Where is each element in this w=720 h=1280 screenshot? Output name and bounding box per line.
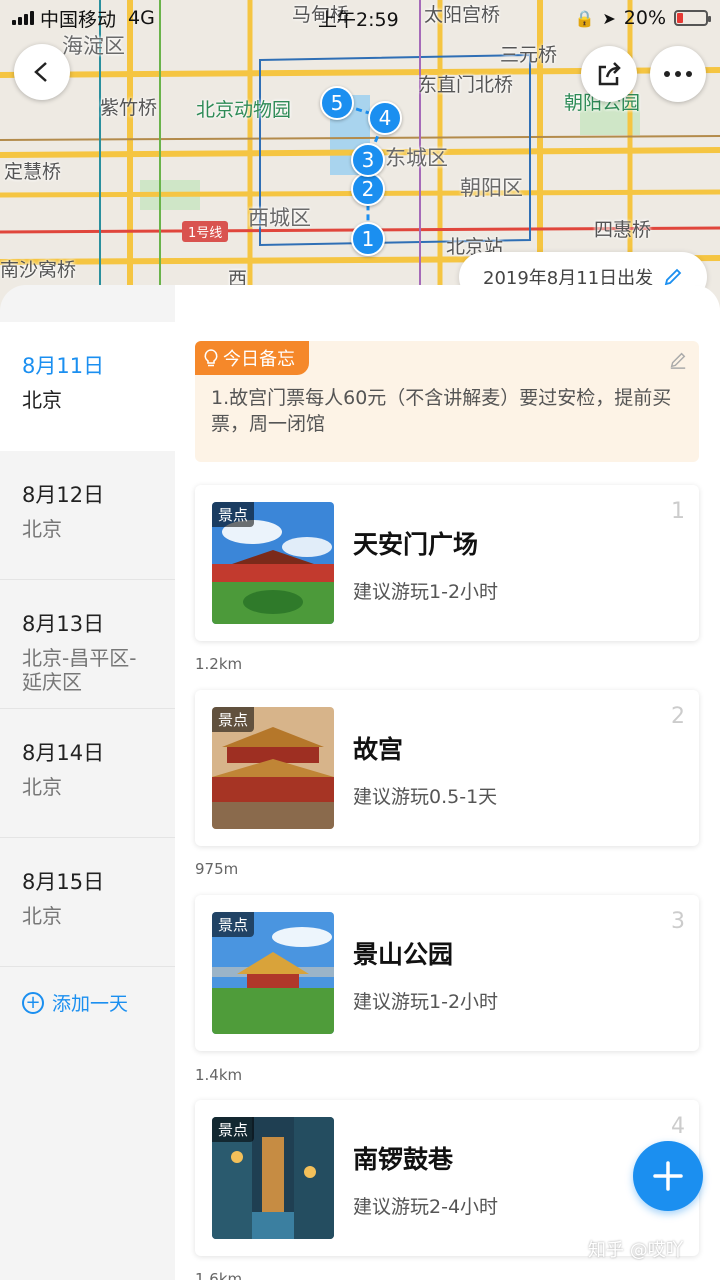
spot-tag: 景点	[212, 1117, 255, 1142]
map-pin[interactable]: 5	[320, 86, 354, 120]
map-label: 四惠桥	[594, 219, 652, 241]
spot-index: 3	[671, 909, 685, 934]
map-label: 三元桥	[500, 44, 558, 66]
day-date: 8月14日	[22, 741, 105, 765]
spot-card[interactable]: 景点 南锣鼓巷 建议游玩2-4小时 4	[195, 1100, 699, 1256]
add-day-button[interactable]: + 添加一天	[0, 967, 175, 1016]
share-icon	[598, 62, 621, 86]
spot-index: 2	[671, 704, 685, 729]
add-day-label: 添加一天	[52, 993, 129, 1015]
carrier: 中国移动	[40, 8, 117, 31]
edit-icon[interactable]	[669, 351, 687, 369]
plus-circle-icon: +	[22, 991, 44, 1014]
spot-card[interactable]: 景点 天安门广场 建议游玩1-2小时 1	[195, 485, 699, 641]
map-label: 紫竹桥	[100, 97, 158, 119]
spot-duration: 建议游玩2-4小时	[353, 1196, 499, 1218]
map-label: 1号线	[182, 221, 229, 242]
day-date: 8月15日	[22, 870, 105, 894]
orientation-lock-icon: 🔒	[574, 8, 595, 28]
share-button[interactable]	[581, 46, 637, 102]
memo-tag: 今日备忘	[195, 341, 309, 375]
spot-name: 南锣鼓巷	[353, 1145, 454, 1174]
itinerary-sheet: 8月11日 北京 8月12日 北京 8月13日 北京-昌平区-延庆区 8月14日…	[0, 285, 720, 1280]
spot-tag: 景点	[212, 707, 255, 732]
distance-label: 1.6km	[195, 1270, 243, 1280]
map-label: 东城区	[385, 146, 448, 170]
memo-text: 1.故宫门票每人60元（不含讲解麦）要过安检，提前买票，周一闭馆	[211, 387, 672, 435]
pencil-icon	[664, 268, 682, 287]
day-sidebar: 8月11日 北京 8月12日 北京 8月13日 北京-昌平区-延庆区 8月14日…	[0, 322, 175, 1280]
map-pin[interactable]: 1	[351, 222, 385, 256]
day-date: 8月11日	[22, 354, 105, 378]
map-label: 西城区	[248, 206, 311, 230]
map-label: 东直门北桥	[418, 74, 514, 96]
battery-percent: 20%	[623, 7, 666, 29]
map-pin[interactable]: 2	[351, 172, 385, 206]
map-label: 定慧桥	[4, 161, 62, 183]
spot-duration: 建议游玩1-2小时	[353, 991, 499, 1013]
day-city: 北京-昌平区-延庆区	[22, 646, 137, 694]
spot-name: 景山公园	[353, 940, 454, 969]
map-label: 北京动物园	[196, 99, 292, 121]
more-icon	[664, 71, 692, 77]
day-item[interactable]: 8月12日 北京	[0, 451, 175, 580]
day-item[interactable]: 8月11日 北京	[0, 322, 175, 451]
day-city: 北京	[22, 904, 62, 928]
spot-index: 4	[671, 1114, 685, 1139]
add-spot-button[interactable]	[633, 1141, 703, 1211]
spot-name: 天安门广场	[353, 530, 479, 559]
spot-photo: 景点	[212, 912, 334, 1034]
map-label: 南沙窝桥	[0, 259, 77, 281]
clock: 上午2:59	[318, 8, 399, 31]
network-type: 4G	[128, 7, 155, 29]
day-item[interactable]: 8月14日 北京	[0, 709, 175, 838]
spot-tag: 景点	[212, 502, 255, 527]
spot-duration: 建议游玩1-2小时	[353, 581, 499, 603]
day-item[interactable]: 8月15日 北京	[0, 838, 175, 967]
spot-index: 1	[671, 499, 685, 524]
spot-photo: 景点	[212, 707, 334, 829]
day-date: 8月12日	[22, 483, 105, 507]
spot-photo: 景点	[212, 1117, 334, 1239]
distance-label: 975m	[195, 860, 239, 878]
lightbulb-icon	[204, 349, 218, 367]
map-label: 朝阳区	[460, 176, 523, 200]
day-content: 今日备忘 1.故宫门票每人60元（不含讲解麦）要过安检，提前买票，周一闭馆 景点	[175, 285, 720, 1280]
more-button[interactable]	[650, 46, 706, 102]
battery-icon	[674, 10, 711, 26]
spot-duration: 建议游玩0.5-1天	[353, 786, 498, 808]
memo-tag-label: 今日备忘	[223, 349, 295, 370]
back-button[interactable]	[14, 44, 70, 100]
day-city: 北京	[22, 517, 62, 541]
spot-photo: 景点	[212, 502, 334, 624]
spot-tag: 景点	[212, 912, 255, 937]
day-item[interactable]: 8月13日 北京-昌平区-延庆区	[0, 580, 175, 709]
memo-card[interactable]: 今日备忘 1.故宫门票每人60元（不含讲解麦）要过安检，提前买票，周一闭馆	[195, 341, 699, 462]
plus-icon	[653, 1161, 683, 1191]
spot-card[interactable]: 景点 故宫 建议游玩0.5-1天 2	[195, 690, 699, 846]
map-pin[interactable]: 3	[351, 143, 385, 177]
distance-label: 1.4km	[195, 1066, 243, 1084]
status-bar: 中国移动 4G 上午2:59 🔒 ➤ 20%	[0, 0, 720, 36]
chevron-left-icon	[34, 62, 47, 82]
spot-name: 故宫	[353, 735, 404, 764]
signal-icon	[12, 11, 34, 25]
location-icon: ➤	[602, 8, 616, 28]
map-pin[interactable]: 4	[368, 101, 402, 135]
day-city: 北京	[22, 775, 62, 799]
distance-label: 1.2km	[195, 655, 243, 673]
day-city: 北京	[22, 388, 62, 412]
day-date: 8月13日	[22, 612, 105, 636]
watermark: 知乎 @哎吖	[588, 1240, 684, 1261]
spot-card[interactable]: 景点 景山公园 建议游玩1-2小时 3	[195, 895, 699, 1051]
